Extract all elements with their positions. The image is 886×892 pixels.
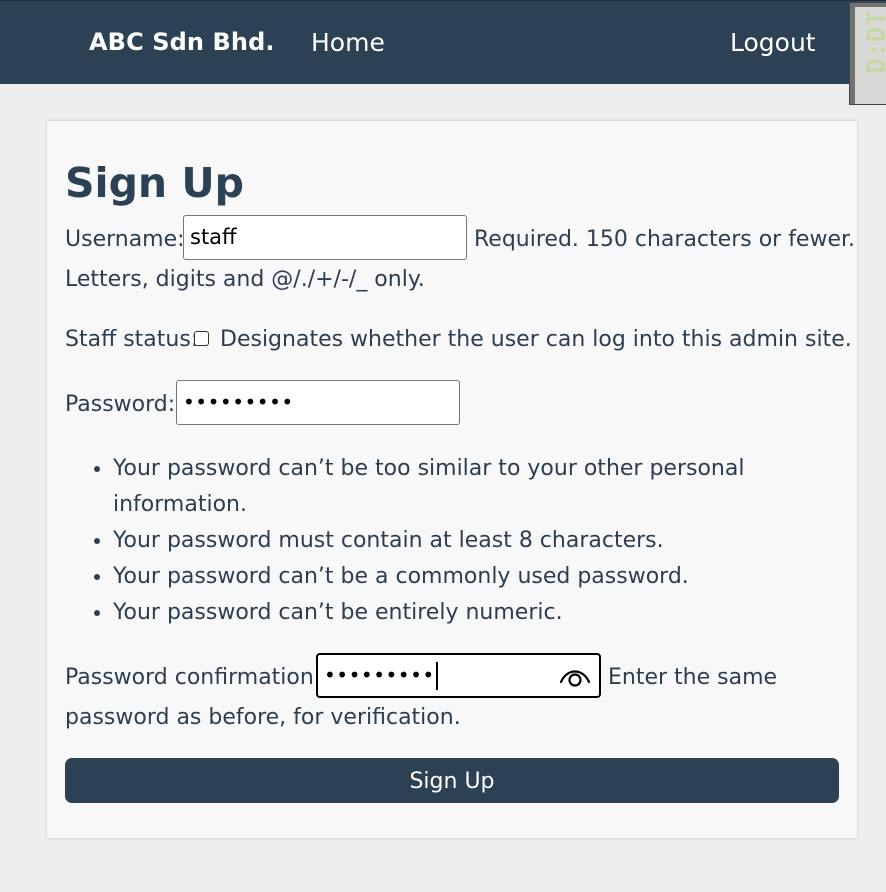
password-confirmation-input[interactable]: •••••••••	[316, 653, 601, 698]
password-confirmation-label: Password confirmation:	[65, 665, 322, 690]
nav-logout-link[interactable]: Logout	[730, 28, 816, 57]
sign-up-button[interactable]: Sign Up	[65, 758, 839, 803]
browser-extension-badge[interactable]: D:DT	[849, 2, 886, 105]
password-confirmation-help-line2: password as before, for verification.	[65, 705, 461, 730]
extension-badge-label: D:DT	[862, 11, 886, 74]
top-navbar: ABC Sdn Bhd. Home Logout	[0, 0, 886, 84]
list-item: Your password can’t be entirely numeric.	[113, 595, 773, 631]
username-input[interactable]: staff	[183, 215, 467, 260]
text-caret	[435, 662, 438, 690]
username-help-line1: Required. 150 characters or fewer.	[474, 227, 856, 252]
eye-icon[interactable]	[559, 665, 591, 687]
username-value: staff	[190, 225, 237, 249]
password-masked-value: •••••••••	[183, 390, 294, 414]
nav-home-link[interactable]: Home	[311, 28, 385, 57]
password-confirmation-masked-value: •••••••••	[324, 663, 435, 687]
username-label: Username:	[65, 227, 185, 252]
password-input[interactable]: •••••••••	[176, 380, 460, 425]
username-help-line2: Letters, digits and @/./+/-/_ only.	[65, 267, 425, 292]
list-item: Your password can’t be too similar to yo…	[113, 451, 773, 523]
staff-status-help: Designates whether the user can log into…	[220, 327, 852, 352]
signup-card: Sign Up Username: staff Required. 150 ch…	[47, 121, 857, 838]
password-help-list: Your password can’t be too similar to yo…	[87, 451, 773, 631]
brand-link[interactable]: ABC Sdn Bhd.	[89, 28, 275, 56]
staff-status-label: Staff status:	[65, 327, 199, 352]
staff-status-checkbox[interactable]	[194, 331, 209, 346]
password-label: Password:	[65, 392, 176, 417]
list-item: Your password must contain at least 8 ch…	[113, 523, 773, 559]
password-confirmation-help-line1: Enter the same	[608, 665, 778, 690]
page-title: Sign Up	[65, 159, 245, 207]
list-item: Your password can’t be a commonly used p…	[113, 559, 773, 595]
